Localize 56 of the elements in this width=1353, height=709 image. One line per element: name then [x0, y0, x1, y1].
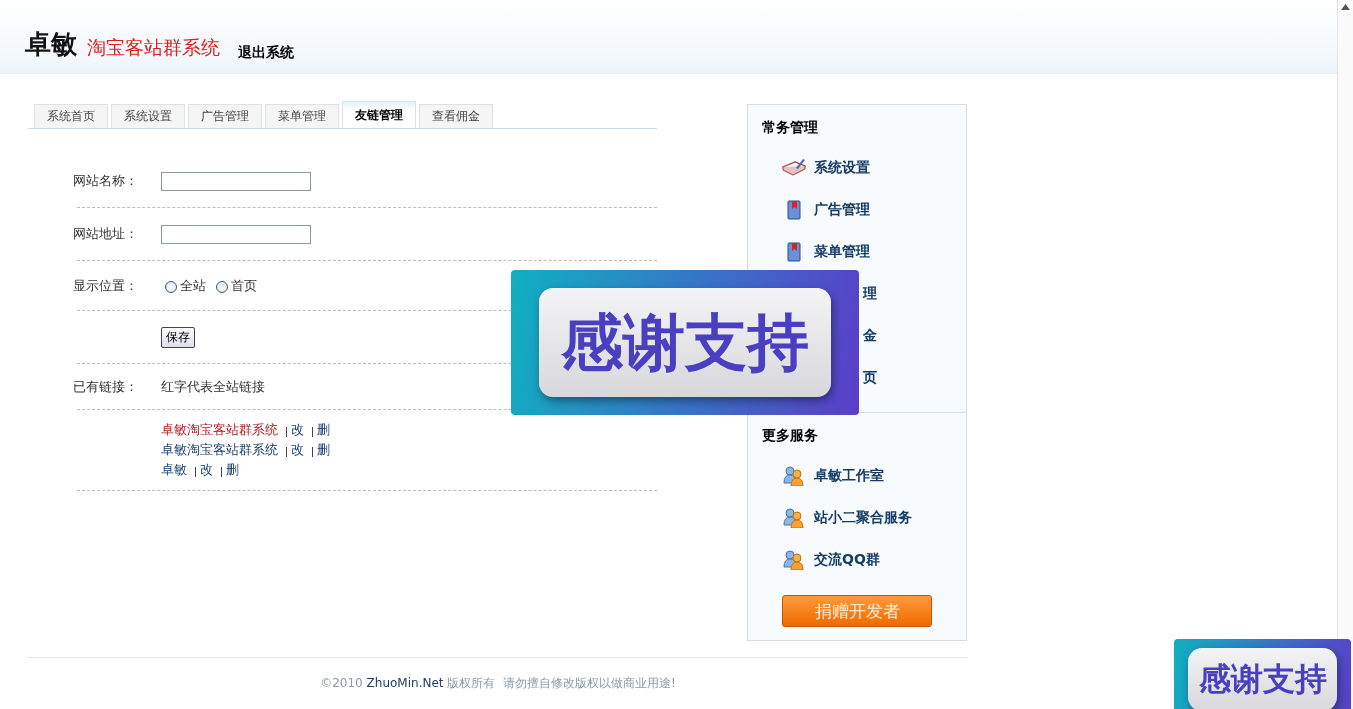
logout-link[interactable]: 退出系统 — [238, 45, 294, 59]
sidebar-link[interactable]: 理 — [863, 285, 877, 303]
sidebar-link[interactable]: 站小二聚合服务 — [814, 509, 912, 527]
ad-banner[interactable]: 感谢支持 — [1174, 639, 1351, 709]
sidebar-link[interactable]: 菜单管理 — [814, 243, 870, 261]
bookmark-icon — [787, 200, 801, 220]
scroll-up-icon[interactable] — [1341, 4, 1350, 10]
sidebar-link[interactable]: 交流QQ群 — [814, 551, 880, 569]
link-name[interactable]: 卓敏 — [161, 461, 187, 479]
copyright-text: ©2010 — [320, 676, 364, 690]
users-icon — [783, 508, 805, 528]
edit-link[interactable]: 改 — [291, 421, 304, 439]
delete-link[interactable]: 删 — [317, 441, 330, 459]
tab[interactable]: 友链管理 — [342, 101, 416, 128]
radio-button[interactable] — [216, 281, 228, 293]
field-label: 网站地址： — [73, 225, 139, 243]
site-link[interactable]: ZhuoMin.Net — [366, 676, 444, 690]
sidebar-link[interactable]: 系统设置 — [814, 159, 870, 177]
sidebar-link[interactable]: 广告管理 — [814, 201, 870, 219]
radio-label: 全站 — [180, 276, 206, 295]
tab[interactable]: 广告管理 — [188, 104, 262, 128]
link-name[interactable]: 卓敏淘宝客站群系统 — [161, 441, 278, 459]
input-field[interactable] — [161, 224, 311, 244]
ad-banner[interactable]: 感谢支持 — [511, 270, 859, 415]
users-icon — [783, 550, 805, 570]
edit-link[interactable]: 改 — [291, 441, 304, 459]
delete-link[interactable]: 删 — [317, 421, 330, 439]
banner-text: 感谢支持 — [1188, 648, 1337, 709]
tab[interactable]: 菜单管理 — [265, 104, 339, 128]
section-title: 更多服务 — [762, 427, 818, 443]
save-button[interactable]: 保存 — [161, 326, 195, 348]
scrollbar[interactable] — [1337, 0, 1353, 709]
radio-button[interactable] — [165, 281, 177, 293]
banner-text: 感谢支持 — [539, 288, 831, 397]
input-field[interactable] — [161, 171, 311, 191]
hint-text: 红字代表全站链接 — [161, 377, 265, 396]
logo-subtitle: 淘宝客站群系统 — [87, 38, 220, 57]
logo-text: 卓敏 — [25, 31, 77, 57]
field-label: 已有链接： — [73, 377, 139, 396]
book-icon — [782, 158, 806, 178]
field-label: 显示位置： — [73, 276, 139, 295]
radio-label: 首页 — [231, 276, 257, 295]
sidebar-link[interactable]: 卓敏工作室 — [814, 467, 884, 485]
edit-link[interactable]: 改 — [200, 461, 213, 479]
delete-link[interactable]: 删 — [226, 461, 239, 479]
bookmark-icon — [787, 242, 801, 262]
section-title: 常务管理 — [762, 119, 818, 135]
sidebar-link[interactable]: 金 — [863, 327, 877, 345]
tab[interactable]: 系统设置 — [111, 104, 185, 128]
users-icon — [783, 466, 805, 486]
sidebar-link[interactable]: 页 — [863, 369, 877, 387]
link-name[interactable]: 卓敏淘宝客站群系统 — [161, 421, 278, 439]
tab[interactable]: 查看佣金 — [419, 104, 493, 128]
field-label: 网站名称： — [73, 172, 139, 190]
tab[interactable]: 系统首页 — [34, 104, 108, 128]
copyright-text: 版权所有 请勿擅自修改版权以做商业用途! — [447, 676, 676, 690]
